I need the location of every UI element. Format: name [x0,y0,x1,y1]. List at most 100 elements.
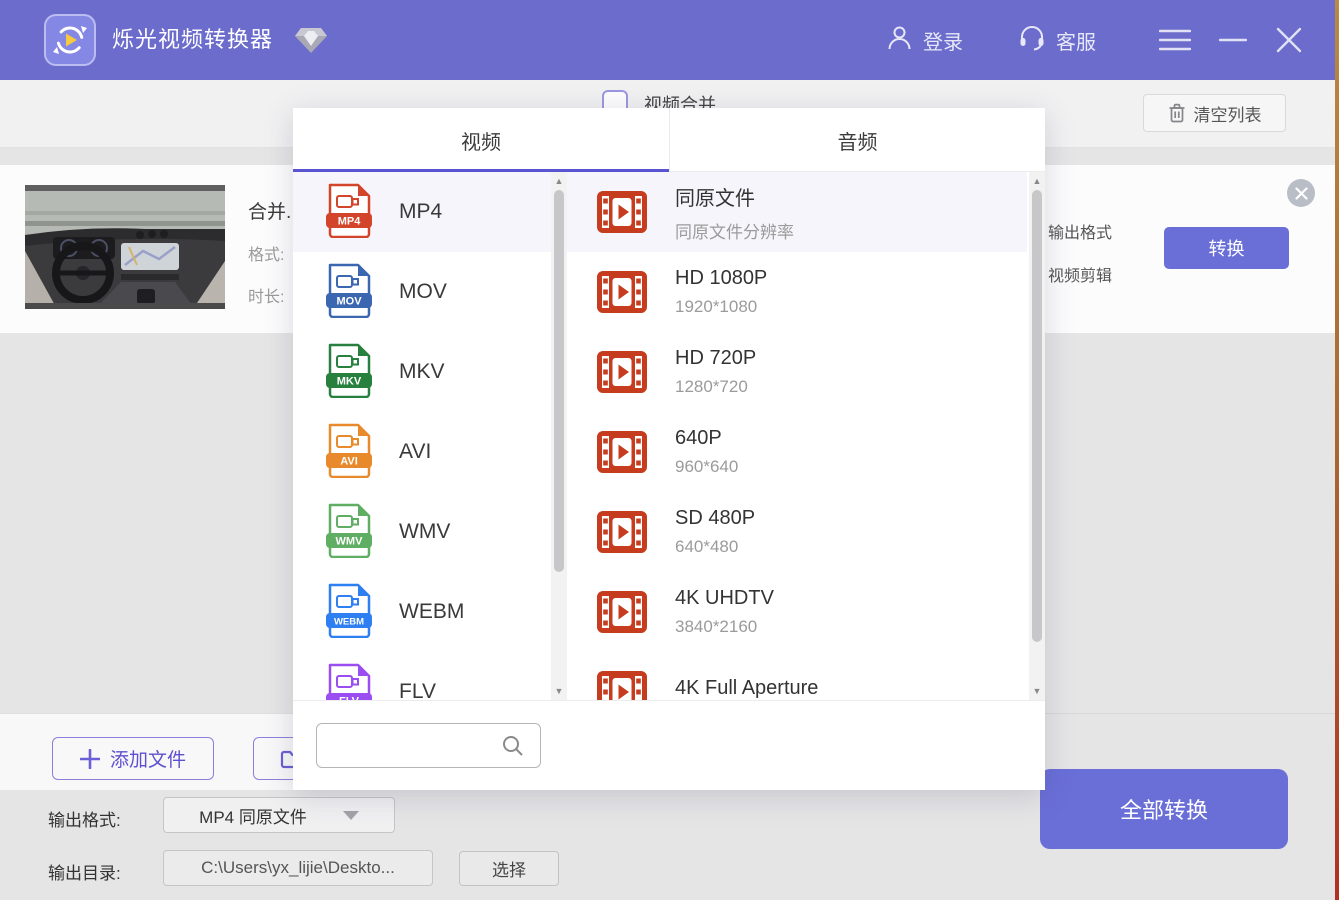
add-files-button[interactable]: 添加文件 [52,737,214,780]
resolution-item-640p[interactable]: 640P 960*640 [567,412,1027,492]
close-icon [1295,187,1308,200]
format-label: WMV [399,520,450,544]
resolution-title: SD 480P [675,507,755,530]
row-output-format-label: 输出格式 [1048,219,1112,243]
resolution-subtitle: 同原文件分辨率 [675,218,794,243]
convert-button[interactable]: 转换 [1164,227,1289,269]
scroll-up-arrow[interactable]: ▲ [1029,174,1045,188]
mkv-file-icon: MKV [323,342,375,403]
resolution-list-scrollbar: ▲ ▼ [1029,172,1045,700]
film-icon [597,591,647,633]
svg-text:WEBM: WEBM [334,616,364,627]
vip-gem-icon[interactable] [294,27,328,59]
wmv-file-icon: WMV [323,502,375,563]
svg-text:WMV: WMV [336,535,364,547]
file-format-label: 格式: [248,241,284,265]
add-files-label: 添加文件 [110,745,186,772]
clear-list-button[interactable]: 清空列表 [1143,94,1286,132]
app-logo-icon [44,14,96,66]
format-list: MP4 MP4 MOV MOV MKV MKV AVI AVI [293,172,551,700]
titlebar: 烁光视频转换器 登录 客服 [0,0,1339,80]
scroll-down-arrow[interactable]: ▼ [551,684,567,698]
support-button[interactable]: 客服 [1018,0,1096,80]
file-duration-label: 时长: [248,283,284,307]
film-icon [597,191,647,233]
remove-file-button[interactable] [1287,179,1315,207]
scrollbar-thumb[interactable] [554,190,564,572]
row-video-edit-label: 视频剪辑 [1048,262,1112,286]
popup-footer [293,700,1045,790]
format-item-mkv[interactable]: MKV MKV [293,332,551,412]
resolution-title: HD 1080P [675,267,767,290]
trash-icon [1168,103,1186,123]
resolution-item-720p[interactable]: HD 720P 1280*720 [567,332,1027,412]
merge-option-fragment: 视频合并 [602,88,802,108]
mov-file-icon: MOV [323,262,375,323]
svg-text:MOV: MOV [336,295,362,307]
output-format-select[interactable]: MP4 同原文件 [163,797,395,833]
output-format-popup: 视频 音频 MP4 MP4 MOV MOV MKV MK [293,108,1045,790]
format-item-wmv[interactable]: WMV WMV [293,492,551,572]
format-item-mp4[interactable]: MP4 MP4 [293,172,551,252]
tab-video[interactable]: 视频 [293,108,669,172]
film-icon [597,271,647,313]
chevron-down-icon [343,811,359,820]
plus-icon [80,749,100,769]
resolution-item-1080p[interactable]: HD 1080P 1920*1080 [567,252,1027,332]
format-label: WEBM [399,600,464,624]
merge-checkbox-label: 视频合并 [644,91,716,108]
mp4-file-icon: MP4 [323,182,375,243]
svg-text:MKV: MKV [337,375,362,387]
avi-file-icon: AVI [323,422,375,483]
format-label: FLV [399,680,436,700]
resolution-item-4k-full-aperture[interactable]: 4K Full Aperture [567,652,1027,700]
svg-text:AVI: AVI [340,455,358,467]
file-title: 合并. [248,197,291,224]
output-dir-label: 输出目录: [48,859,121,884]
format-item-mov[interactable]: MOV MOV [293,252,551,332]
resolution-subtitle: 1280*720 [675,377,756,397]
resolution-subtitle: 640*480 [675,537,755,557]
resolution-title: 4K Full Aperture [675,677,818,700]
format-item-avi[interactable]: AVI AVI [293,412,551,492]
format-label: MOV [399,280,447,304]
resolution-title: 640P [675,427,738,450]
resolution-subtitle: 960*640 [675,457,738,477]
login-button[interactable]: 登录 [886,0,963,80]
output-format-label: 输出格式: [48,806,121,831]
scroll-down-arrow[interactable]: ▼ [1029,684,1045,698]
webm-file-icon: WEBM [323,582,375,643]
resolution-item-480p[interactable]: SD 480P 640*480 [567,492,1027,572]
format-label: AVI [399,440,431,464]
scrollbar-thumb[interactable] [1032,190,1042,642]
choose-dir-button[interactable]: 选择 [459,851,559,886]
resolution-title: HD 720P [675,347,756,370]
clear-list-label: 清空列表 [1194,101,1262,126]
headset-icon [1018,23,1046,57]
close-button[interactable] [1272,25,1306,55]
resolution-item-4k-uhdtv[interactable]: 4K UHDTV 3840*2160 [567,572,1027,652]
film-icon [597,351,647,393]
format-search-input[interactable] [316,723,541,768]
convert-all-button[interactable]: 全部转换 [1040,769,1288,849]
merge-checkbox[interactable] [602,90,628,108]
resolution-title: 同原文件 [675,182,794,211]
menu-button[interactable] [1158,25,1192,55]
desktop-edge-strip [1335,0,1339,900]
format-item-flv[interactable]: FLV FLV [293,652,551,700]
film-icon [597,431,647,473]
film-icon [597,671,647,700]
resolution-title: 4K UHDTV [675,587,774,610]
popup-lists: MP4 MP4 MOV MOV MKV MKV AVI AVI [293,172,1045,700]
minimize-button[interactable] [1216,25,1250,55]
tab-audio[interactable]: 音频 [669,108,1045,172]
app-title: 烁光视频转换器 [112,0,273,80]
scroll-up-arrow[interactable]: ▲ [551,174,567,188]
output-dir-field[interactable]: C:\Users\yx_lijie\Deskto... [163,850,433,886]
user-icon [886,24,913,57]
login-label: 登录 [923,26,963,55]
resolution-subtitle: 1920*1080 [675,297,767,317]
format-item-webm[interactable]: WEBM WEBM [293,572,551,652]
resolution-subtitle: 3840*2160 [675,617,774,637]
resolution-item-original[interactable]: 同原文件 同原文件分辨率 [567,172,1027,252]
